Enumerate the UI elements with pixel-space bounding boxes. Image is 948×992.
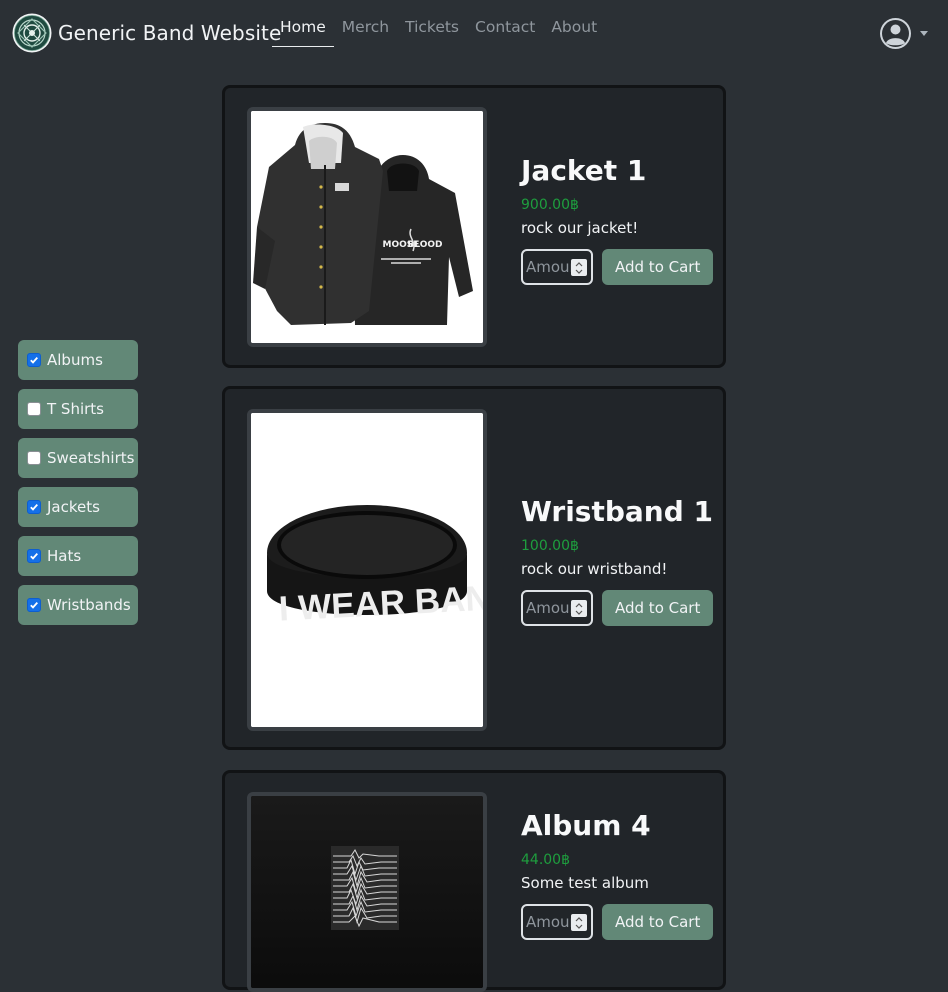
user-avatar-icon [880, 18, 911, 49]
product-info: Album 4 44.00฿ Some test album Amount Ad… [521, 809, 714, 940]
product-card: Album 4 44.00฿ Some test album Amount Ad… [222, 770, 726, 992]
filter-wristbands[interactable]: Wristbands [18, 585, 138, 625]
product-title: Album 4 [521, 809, 651, 842]
product-description: rock our wristband! [521, 560, 668, 578]
product-description: Some test album [521, 874, 649, 892]
nav-merch[interactable]: Merch [334, 10, 397, 47]
quantity-input[interactable]: Amount [521, 590, 593, 626]
product-title: Jacket 1 [521, 154, 647, 187]
product-title: Wristband 1 [521, 495, 713, 528]
spinner-icon[interactable] [571, 259, 587, 276]
product-image: I WEAR BAND M [247, 409, 487, 731]
quantity-input[interactable]: Amount [521, 904, 593, 940]
spinner-icon[interactable] [571, 914, 587, 931]
filter-label: Sweatshirts [47, 449, 135, 467]
product-info: Jacket 1 900.00฿ rock our jacket! Amount… [521, 154, 714, 285]
filter-label: Albums [47, 351, 103, 369]
nav-tickets[interactable]: Tickets [397, 10, 467, 47]
nav-home[interactable]: Home [272, 10, 334, 47]
top-navbar: Generic Band Website Home Merch Tickets … [0, 0, 948, 64]
filter-jackets[interactable]: Jackets [18, 487, 138, 527]
wristband-image: I WEAR BAND M [251, 413, 483, 727]
product-actions: Amount Add to Cart [521, 904, 714, 940]
filter-label: Wristbands [47, 596, 131, 614]
quantity-input[interactable]: Amount [521, 249, 593, 285]
product-info: Wristband 1 100.00฿ rock our wristband! … [521, 495, 714, 626]
filter-albums[interactable]: Albums [18, 340, 138, 380]
nav-contact[interactable]: Contact [467, 10, 543, 47]
jacket-image: MOOSE BLOOD [251, 111, 483, 343]
nav-about[interactable]: About [543, 10, 605, 47]
product-price: 900.00฿ [521, 197, 579, 213]
checkbox-checked-icon[interactable] [27, 598, 41, 612]
filter-label: Hats [47, 547, 82, 565]
user-menu-dropdown[interactable] [879, 17, 928, 50]
filter-t-shirts[interactable]: T Shirts [18, 389, 138, 429]
add-to-cart-button[interactable]: Add to Cart [602, 249, 714, 285]
filter-label: Jackets [47, 498, 100, 516]
product-actions: Amount Add to Cart [521, 249, 714, 285]
brand[interactable]: Generic Band Website [12, 13, 281, 53]
category-filters: Albums T Shirts Sweatshirts Jackets Hats… [18, 340, 138, 634]
filter-sweatshirts[interactable]: Sweatshirts [18, 438, 138, 478]
filter-hats[interactable]: Hats [18, 536, 138, 576]
brand-name: Generic Band Website [58, 21, 282, 45]
checkbox-unchecked-icon[interactable] [27, 402, 41, 416]
checkbox-unchecked-icon[interactable] [27, 451, 41, 465]
add-to-cart-button[interactable]: Add to Cart [602, 904, 714, 940]
product-card: I WEAR BAND M Wristband 1 100.00฿ rock o… [222, 386, 726, 750]
chevron-down-icon [920, 31, 928, 36]
product-card: MOOSE BLOOD Jacket 1 900.00฿ rock our ja… [222, 85, 726, 368]
product-price: 44.00฿ [521, 852, 570, 868]
filter-label: T Shirts [47, 400, 104, 418]
add-to-cart-button[interactable]: Add to Cart [602, 590, 714, 626]
product-description: rock our jacket! [521, 219, 639, 237]
product-actions: Amount Add to Cart [521, 590, 714, 626]
product-image: MOOSE BLOOD [247, 107, 487, 347]
spinner-icon[interactable] [571, 600, 587, 617]
product-price: 100.00฿ [521, 538, 579, 554]
main-nav: Home Merch Tickets Contact About [272, 10, 605, 47]
product-image [247, 792, 487, 992]
checkbox-checked-icon[interactable] [27, 549, 41, 563]
checkbox-checked-icon[interactable] [27, 353, 41, 367]
band-logo-icon [12, 13, 52, 53]
checkbox-checked-icon[interactable] [27, 500, 41, 514]
